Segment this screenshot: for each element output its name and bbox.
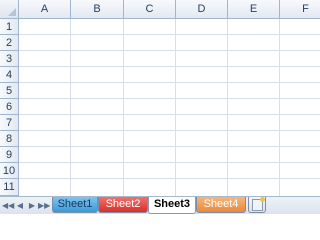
row-header-4[interactable]: 4 [0,67,19,83]
insert-worksheet-icon[interactable] [248,197,266,213]
gridline [19,82,320,83]
next-sheet-icon[interactable]: ▶ [26,199,38,212]
row-header-10[interactable]: 10 [0,163,19,179]
gridline [227,19,228,196]
sheet-tab-sheet1[interactable]: Sheet1 [52,197,98,213]
row-header-8[interactable]: 8 [0,131,19,147]
row-header-6[interactable]: 6 [0,99,19,115]
gridline [19,178,320,179]
worksheet-grid[interactable]: A B C D E F 1 2 3 4 5 6 7 8 9 10 11 [0,0,320,196]
last-sheet-icon[interactable]: ▶▶ [38,199,50,212]
gridline [279,19,280,196]
gridline [19,98,320,99]
column-header-a[interactable]: A [19,0,71,19]
row-header-9[interactable]: 9 [0,147,19,163]
gridline [123,19,124,196]
row-header-7[interactable]: 7 [0,115,19,131]
sheet-tab-sheet3[interactable]: Sheet3 [148,197,196,214]
sheet-tab-sheet4[interactable]: Sheet4 [196,197,246,213]
row-header-3[interactable]: 3 [0,51,19,67]
column-header-c[interactable]: C [124,0,176,19]
gridline [175,19,176,196]
sheet-tab-bar: ◀◀ ◀ ▶ ▶▶ Sheet1 Sheet2 Sheet3 Sheet4 [0,196,320,214]
gridline [19,114,320,115]
sheet-tab-sheet2[interactable]: Sheet2 [98,197,148,213]
row-header-1[interactable]: 1 [0,19,19,35]
column-header-b[interactable]: B [71,0,124,19]
row-header-5[interactable]: 5 [0,83,19,99]
column-header-e[interactable]: E [228,0,280,19]
column-header-d[interactable]: D [176,0,228,19]
gridline [70,19,71,196]
gridline [19,34,320,35]
row-header-2[interactable]: 2 [0,35,19,51]
previous-sheet-icon[interactable]: ◀ [14,199,26,212]
row-header-11[interactable]: 11 [0,179,19,196]
gridline [19,146,320,147]
gridline [19,50,320,51]
gridline [19,162,320,163]
column-header-f[interactable]: F [280,0,320,19]
gridline [19,130,320,131]
first-sheet-icon[interactable]: ◀◀ [2,199,14,212]
select-all-button[interactable] [0,0,19,19]
gridline [19,66,320,67]
